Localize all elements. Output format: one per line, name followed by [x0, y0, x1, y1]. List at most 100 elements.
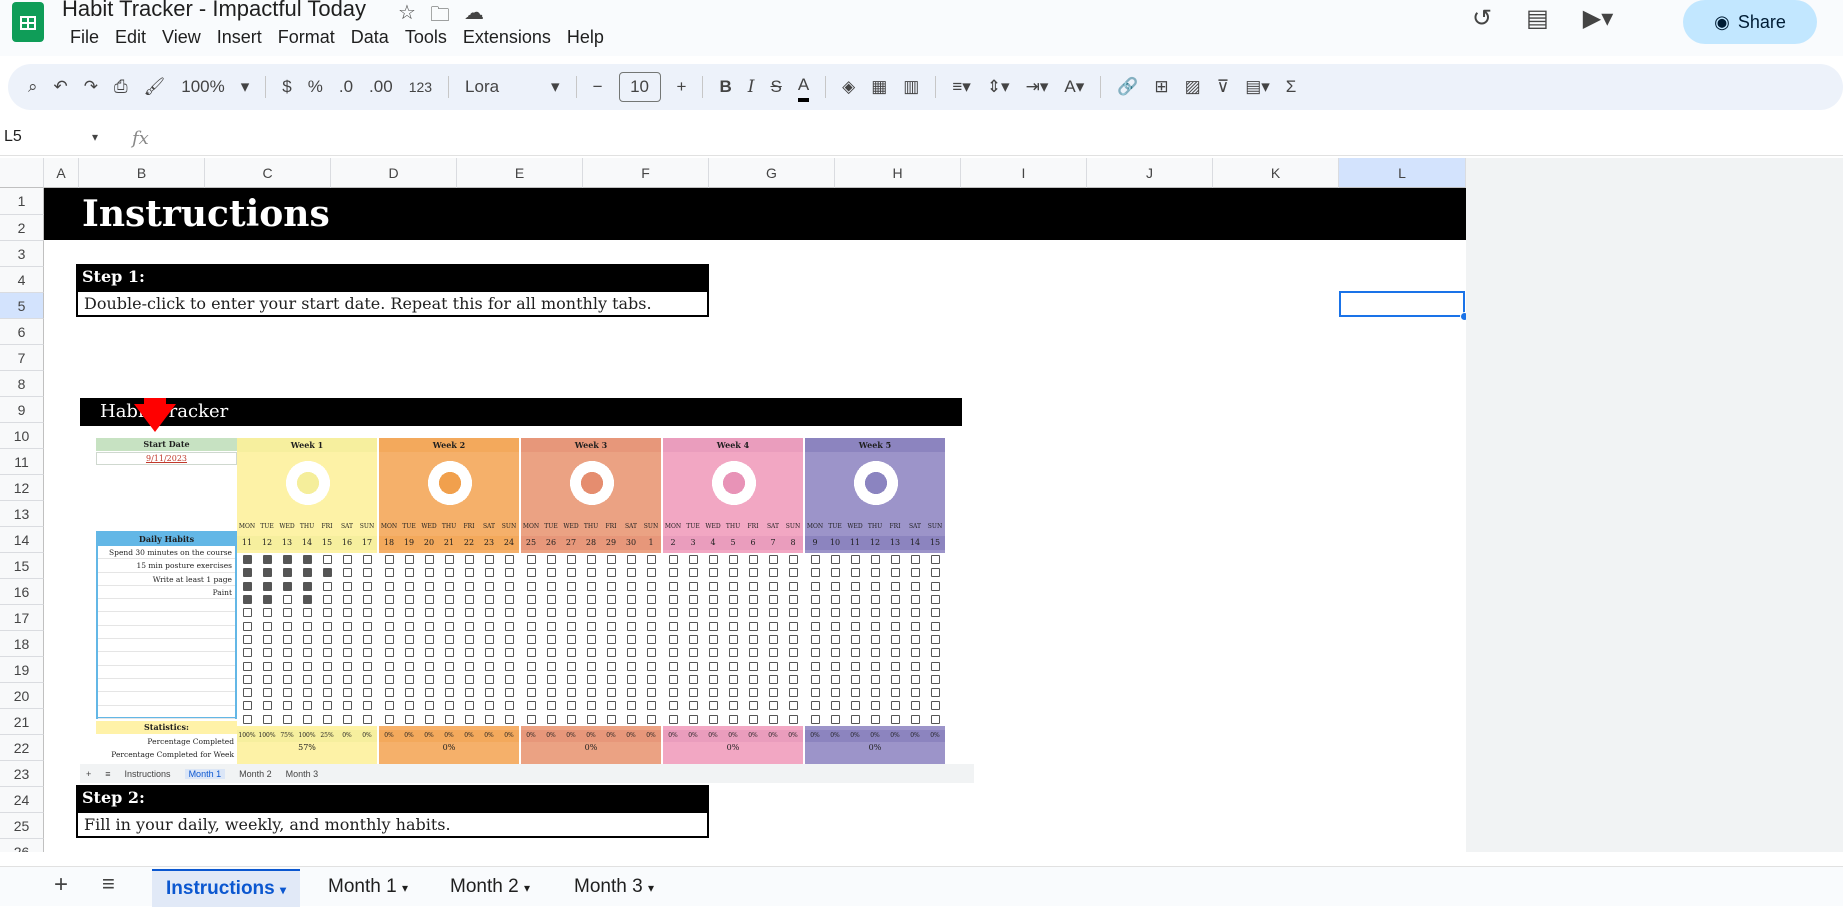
chevron-down-icon[interactable]: ▾ — [241, 72, 250, 102]
all-sheets-button[interactable]: ≡ — [102, 871, 115, 897]
menu-help[interactable]: Help — [559, 27, 612, 48]
row-header-20[interactable]: 20 — [0, 683, 44, 709]
chevron-down-icon[interactable]: ▾ — [551, 72, 560, 102]
col-header-c[interactable]: C — [205, 158, 331, 188]
row-header-2[interactable]: 2 — [0, 215, 44, 241]
insert-link-icon[interactable]: 🔗 — [1117, 72, 1138, 102]
row-header-16[interactable]: 16 — [0, 579, 44, 605]
row-header-9[interactable]: 9 — [0, 397, 44, 423]
text-wrap-icon[interactable]: ⇥▾ — [1026, 72, 1049, 102]
row-header-1[interactable]: 1 — [0, 188, 44, 215]
zoom-select[interactable]: 100% — [181, 72, 224, 102]
text-color-button[interactable]: A — [797, 72, 810, 102]
strikethrough-button[interactable]: S — [770, 72, 781, 102]
row-header-11[interactable]: 11 — [0, 449, 44, 475]
col-header-j[interactable]: J — [1087, 158, 1213, 188]
chevron-down-icon[interactable]: ▾ — [402, 881, 408, 895]
col-header-e[interactable]: E — [457, 158, 583, 188]
row-header-13[interactable]: 13 — [0, 501, 44, 527]
row-header-5[interactable]: 5 — [0, 293, 44, 319]
select-all-corner[interactable] — [0, 158, 44, 188]
col-header-l[interactable]: L — [1339, 158, 1466, 188]
italic-button[interactable]: I — [748, 72, 755, 102]
row-header-4[interactable]: 4 — [0, 267, 44, 293]
row-header-6[interactable]: 6 — [0, 319, 44, 345]
borders-icon[interactable]: ▦ — [871, 72, 887, 102]
percent-format-button[interactable]: % — [308, 72, 323, 102]
meet-icon[interactable]: ▶▾ — [1583, 4, 1614, 33]
row-header-22[interactable]: 22 — [0, 735, 44, 761]
insert-comment-icon[interactable]: ⊞ — [1154, 72, 1168, 102]
row-header-3[interactable]: 3 — [0, 241, 44, 267]
chevron-down-icon[interactable]: ▾ — [524, 881, 530, 895]
row-header-24[interactable]: 24 — [0, 787, 44, 813]
tab-month-1[interactable]: Month 1 ▾ — [314, 869, 422, 907]
decrease-decimal-button[interactable]: .0 — [339, 72, 353, 102]
merge-cells-icon[interactable]: ▥ — [903, 72, 919, 102]
menu-tools[interactable]: Tools — [397, 27, 455, 48]
sheets-logo-icon[interactable] — [12, 2, 44, 42]
menu-file[interactable]: File — [62, 27, 107, 48]
horizontal-align-icon[interactable]: ≡▾ — [952, 72, 970, 102]
row-header-8[interactable]: 8 — [0, 371, 44, 397]
share-button[interactable]: ◉ Share — [1683, 0, 1817, 44]
text-rotation-icon[interactable]: A▾ — [1064, 72, 1084, 102]
col-header-b[interactable]: B — [79, 158, 205, 188]
col-header-d[interactable]: D — [331, 158, 457, 188]
tab-month-3[interactable]: Month 3 ▾ — [560, 869, 668, 907]
bold-button[interactable]: B — [719, 72, 731, 102]
row-header-14[interactable]: 14 — [0, 527, 44, 553]
version-history-icon[interactable]: ↺ — [1472, 4, 1492, 33]
font-size-input[interactable]: 10 — [618, 72, 661, 102]
embedded-tracker-image[interactable]: Habit Tracker Start Date 9/11/2023 Daily… — [80, 398, 974, 783]
row-header-17[interactable]: 17 — [0, 605, 44, 631]
fill-color-icon[interactable]: ◈ — [842, 72, 855, 102]
print-icon[interactable]: ⎙ — [114, 72, 128, 102]
document-title[interactable]: Habit Tracker - Impactful Today — [62, 0, 366, 22]
increase-decimal-button[interactable]: .00 — [369, 72, 393, 102]
tab-month-2[interactable]: Month 2 ▾ — [436, 869, 544, 907]
menu-edit[interactable]: Edit — [107, 27, 154, 48]
chevron-down-icon[interactable]: ▾ — [648, 881, 654, 895]
paint-format-icon[interactable]: 🖌 — [144, 72, 166, 102]
add-sheet-button[interactable]: + — [54, 871, 68, 899]
row-header-21[interactable]: 21 — [0, 709, 44, 735]
tab-instructions[interactable]: Instructions ▾ — [152, 869, 301, 907]
row-header-7[interactable]: 7 — [0, 345, 44, 371]
functions-button[interactable]: Σ — [1286, 72, 1297, 102]
row-header-25[interactable]: 25 — [0, 813, 44, 839]
col-header-k[interactable]: K — [1213, 158, 1339, 188]
vertical-align-icon[interactable]: ⇕▾ — [987, 72, 1010, 102]
comments-icon[interactable]: ▤ — [1526, 4, 1549, 33]
selected-cell-l5[interactable] — [1339, 291, 1465, 317]
menu-view[interactable]: View — [154, 27, 209, 48]
insert-chart-icon[interactable]: ▨ — [1185, 72, 1201, 102]
row-header-10[interactable]: 10 — [0, 423, 44, 449]
row-header-18[interactable]: 18 — [0, 631, 44, 657]
undo-icon[interactable]: ↶ — [54, 72, 68, 102]
font-size-decrease-button[interactable]: − — [593, 72, 603, 102]
col-header-a[interactable]: A — [44, 158, 79, 188]
col-header-f[interactable]: F — [583, 158, 709, 188]
chevron-down-icon[interactable]: ▾ — [92, 130, 98, 144]
search-icon[interactable]: ⌕ — [28, 72, 38, 102]
name-box[interactable]: L5 — [4, 128, 22, 146]
menu-data[interactable]: Data — [343, 27, 397, 48]
chevron-down-icon[interactable]: ▾ — [280, 883, 286, 897]
col-header-g[interactable]: G — [709, 158, 835, 188]
row-header-19[interactable]: 19 — [0, 657, 44, 683]
spreadsheet-grid[interactable]: A B C D E F G H I J K L 1 2 3 4 5 6 7 8 9 10 11 12 1… — [0, 158, 1466, 852]
row-header-23[interactable]: 23 — [0, 761, 44, 787]
filter-icon[interactable]: ⊽ — [1217, 72, 1229, 102]
currency-format-button[interactable]: $ — [282, 72, 291, 102]
col-header-h[interactable]: H — [835, 158, 961, 188]
font-select[interactable]: Lora — [465, 72, 535, 102]
number-format-button[interactable]: 123 — [409, 72, 432, 102]
row-header-12[interactable]: 12 — [0, 475, 44, 501]
menu-insert[interactable]: Insert — [209, 27, 270, 48]
row-header-26[interactable]: 26 — [0, 839, 44, 852]
filter-views-icon[interactable]: ▤▾ — [1245, 72, 1270, 102]
row-header-15[interactable]: 15 — [0, 553, 44, 579]
redo-icon[interactable]: ↷ — [84, 72, 98, 102]
menu-format[interactable]: Format — [270, 27, 343, 48]
